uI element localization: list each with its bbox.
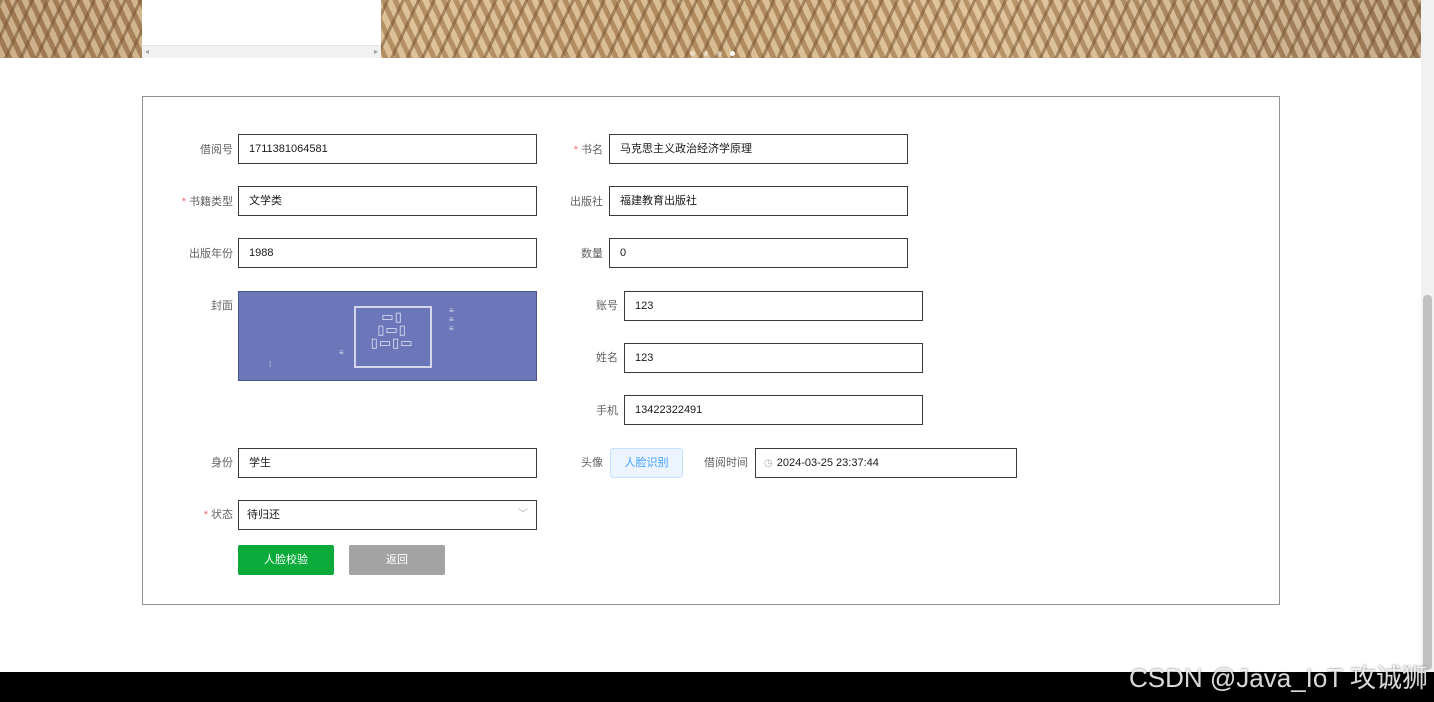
- clock-icon: ◷: [764, 458, 773, 469]
- status-value: 待归还: [247, 509, 280, 521]
- cover-side-art: ≡: [339, 348, 344, 357]
- page: ◂ ▸ 借阅号 1711381064581 * 书名 马克思主义政治经济学原理 *…: [0, 0, 1434, 702]
- borrow-no-label: 借阅号: [200, 144, 233, 156]
- cover-title-art: ▭▯ ▯▭▯ ▯▭▯▭: [370, 309, 414, 350]
- carousel-dot[interactable]: [690, 51, 695, 56]
- carousel-dot-active[interactable]: [730, 51, 736, 56]
- book-type-input[interactable]: 文学类: [238, 186, 537, 216]
- borrow-time-picker[interactable]: ◷ 2024-03-25 23:37:44: [755, 448, 1017, 478]
- chevron-down-icon[interactable]: ﹀: [518, 501, 528, 529]
- carousel-indicators: [690, 45, 740, 56]
- borrow-detail-form: 借阅号 1711381064581 * 书名 马克思主义政治经济学原理 * 书籍类型…: [142, 96, 1280, 605]
- status-label: * 状态: [203, 509, 233, 521]
- quantity-input[interactable]: 0: [609, 238, 908, 268]
- book-cover-image[interactable]: ▭▯ ▯▭▯ ▯▭▯▭ ≡ ≡ ≡ ≡ ⁞: [238, 291, 537, 381]
- phone-input[interactable]: 13422322491: [624, 395, 923, 425]
- carousel-dot[interactable]: [703, 51, 709, 56]
- cover-label: 封面: [211, 300, 233, 312]
- borrow-time-value: 2024-03-25 23:37:44: [776, 457, 879, 469]
- publisher-input[interactable]: 福建教育出版社: [609, 186, 908, 216]
- book-type-label: * 书籍类型: [181, 196, 233, 208]
- face-verify-button[interactable]: 人脸校验: [238, 545, 334, 575]
- banner-side-panel: [142, 0, 381, 45]
- book-name-input[interactable]: 马克思主义政治经济学原理: [609, 134, 908, 164]
- borrow-time-label: 借阅时间: [704, 457, 748, 469]
- phone-label: 手机: [596, 405, 618, 417]
- identity-input[interactable]: 学生: [238, 448, 537, 478]
- scroll-right-icon[interactable]: ▸: [374, 47, 378, 57]
- cover-side-art: ⁞: [269, 360, 272, 369]
- banner-carousel: ◂ ▸: [0, 0, 1421, 58]
- account-label: 账号: [596, 300, 618, 312]
- book-name-label: * 书名: [573, 144, 603, 156]
- carousel-dot[interactable]: [716, 51, 722, 56]
- scrollbar-thumb[interactable]: [1423, 295, 1432, 670]
- borrow-no-input[interactable]: 1711381064581: [238, 134, 537, 164]
- quantity-label: 数量: [581, 248, 603, 260]
- status-select[interactable]: 待归还 ﹀: [238, 500, 537, 530]
- watermark-text: CSDN @Java_IoT 攻诚狮: [1129, 663, 1428, 693]
- identity-label: 身份: [211, 457, 233, 469]
- publish-year-label: 出版年份: [189, 248, 233, 260]
- back-button[interactable]: 返回: [349, 545, 445, 575]
- horizontal-scrollbar[interactable]: ◂ ▸: [142, 45, 381, 58]
- name-label: 姓名: [596, 352, 618, 364]
- cover-side-art: ≡ ≡ ≡: [449, 306, 454, 333]
- scroll-left-icon[interactable]: ◂: [145, 47, 149, 57]
- publisher-label: 出版社: [570, 196, 603, 208]
- name-input[interactable]: 123: [624, 343, 923, 373]
- account-input[interactable]: 123: [624, 291, 923, 321]
- vertical-scrollbar[interactable]: [1421, 0, 1434, 672]
- publish-year-input[interactable]: 1988: [238, 238, 537, 268]
- avatar-label: 头像: [581, 457, 603, 469]
